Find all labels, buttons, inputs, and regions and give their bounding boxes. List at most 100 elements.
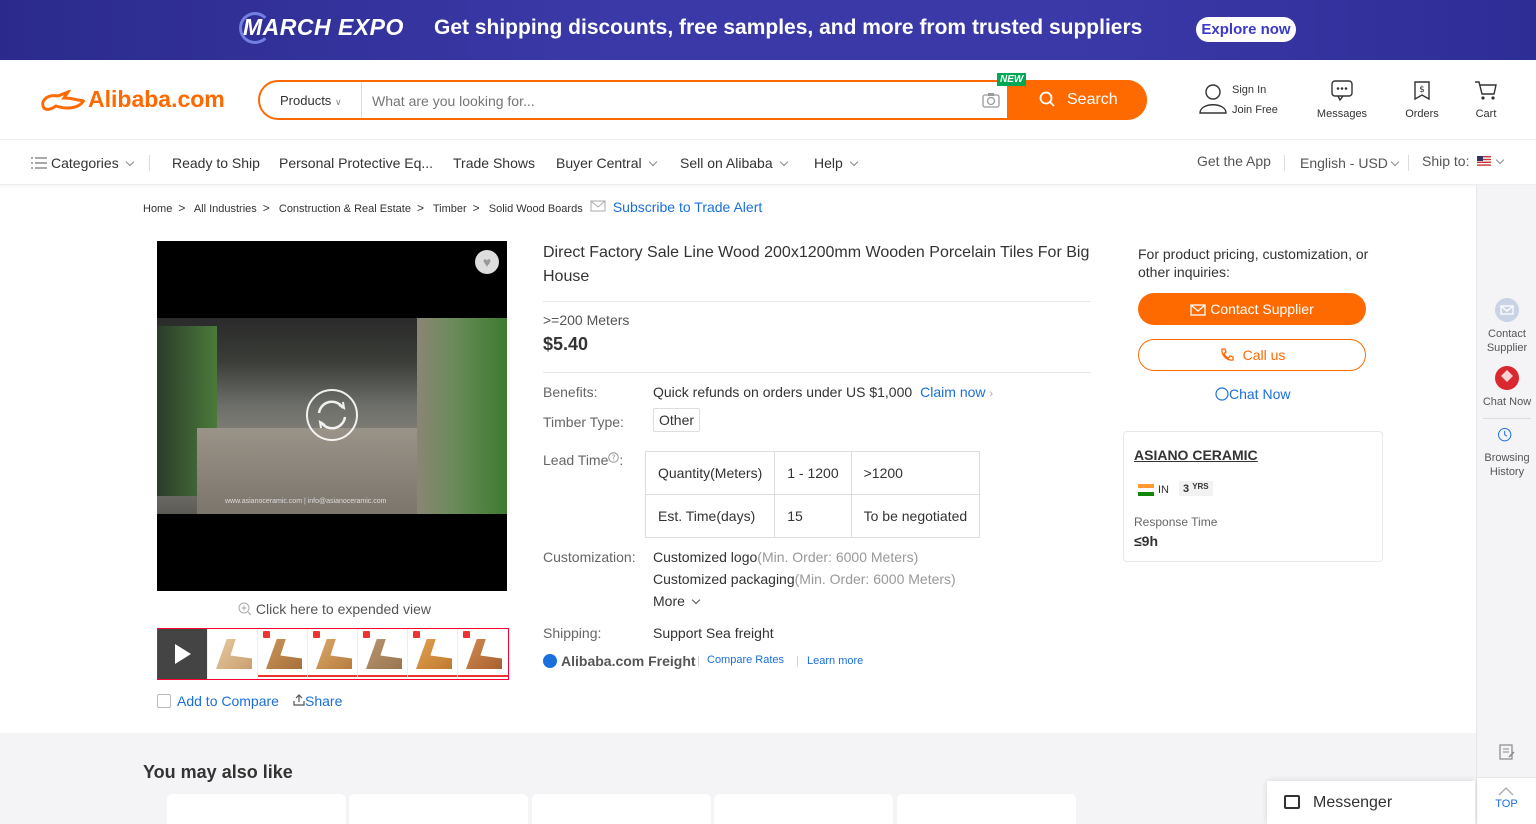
supplier-card: ASIANO CERAMIC IN 3 YRS Response Time ≤9… [1123,431,1383,562]
breadcrumb-home[interactable]: Home [143,203,172,215]
category-nav: Categories Ready to Ship Personal Protec… [0,141,1536,185]
nav-sell-on-alibaba[interactable]: Sell on Alibaba [680,155,788,171]
recommendation-card[interactable] [532,794,711,824]
add-to-compare[interactable]: Add to Compare [157,693,279,709]
response-time-label: Response Time [1134,515,1218,529]
banner-text: Get shipping discounts, free samples, an… [434,16,1143,39]
lead-time-label: Lead Time?: [543,452,624,468]
cart-icon [1475,81,1497,100]
nav-trade-shows[interactable]: Trade Shows [453,155,535,171]
more-customization-button[interactable]: More [653,593,701,609]
us-flag-icon [1477,156,1492,166]
recommendation-card[interactable] [167,794,346,824]
ship-to-select[interactable]: Ship to: [1422,153,1505,169]
promo-banner[interactable]: MARCH EXPO Get shipping discounts, free … [0,0,1536,60]
table-row: Quantity(Meters) 1 - 1200 >1200 [644,451,981,495]
breadcrumb-all-industries[interactable]: All Industries [194,203,257,215]
orders-button[interactable]: $ Orders [1396,79,1448,120]
india-flag-icon [1138,484,1154,496]
nav-ready-to-ship[interactable]: Ready to Ship [172,155,260,171]
table-row: Est. Time(days) 15 To be negotiated [644,494,981,538]
recommendation-card[interactable] [349,794,528,824]
inquiry-text: For product pricing, customization, or o… [1138,246,1369,280]
customization-packaging: Customized packaging(Min. Order: 6000 Me… [653,571,956,587]
feedback-icon[interactable] [1499,744,1515,760]
table-cell: Quantity(Meters) [644,451,776,495]
thumbnail-strip [157,628,509,680]
price-value: $5.40 [543,334,589,354]
claim-now-link[interactable]: Claim now › [920,384,993,400]
search-category-select[interactable]: Products ∨ [280,93,342,108]
sidebar-chat-now[interactable]: Chat Now [1477,365,1536,409]
customization-logo: Customized logo(Min. Order: 6000 Meters) [653,549,919,565]
timber-type-label: Timber Type: [543,414,624,430]
recommendation-card[interactable] [897,794,1076,824]
info-icon[interactable]: ? [608,452,620,463]
thumbnail-image[interactable] [458,629,508,679]
table-cell: 15 [774,494,852,538]
sidebar-browsing-history[interactable]: Browsing History [1477,427,1536,479]
camera-icon[interactable] [982,92,1000,108]
phone-icon [1220,348,1234,361]
get-app-link[interactable]: Get the App [1197,153,1271,169]
breadcrumb-solid-wood[interactable]: Solid Wood Boards [489,203,583,215]
messages-icon [1331,80,1353,102]
compare-rates-link[interactable]: Compare Rates [707,654,784,666]
expand-view-link[interactable]: Click here to expended view [238,601,431,617]
favorite-heart-icon[interactable]: ♥ [475,250,499,274]
message-icon [1284,795,1300,809]
language-select[interactable]: English - USD [1300,155,1400,171]
nav-personal-protective[interactable]: Personal Protective Eq... [279,155,433,171]
alibaba-logo[interactable]: Alibaba.com [38,86,225,113]
thumbnail-image[interactable] [308,629,358,679]
cart-button[interactable]: Cart [1466,79,1506,120]
image-watermark: www.asianoceramic.com | info@asianoceram… [225,498,387,505]
nav-help[interactable]: Help [814,155,859,171]
search-bar: Products ∨ Search [258,80,1147,120]
play-icon [175,644,191,664]
compare-checkbox[interactable] [157,694,171,708]
product-title: Direct Factory Sale Line Wood 200x1200mm… [543,241,1091,302]
new-badge: NEW [997,73,1027,86]
recommendations-section: You may also like [0,733,1476,824]
messages-button[interactable]: Messages [1312,79,1372,120]
search-button[interactable]: Search [1007,80,1147,120]
share-icon [293,694,305,706]
breadcrumb-timber[interactable]: Timber [433,203,467,215]
recommendation-card[interactable] [714,794,893,824]
alibaba-freight: Alibaba.com Freight [543,653,696,669]
messenger-button[interactable]: Messenger [1267,781,1475,824]
thumbnail-image[interactable] [358,629,408,679]
sidebar-contact-supplier[interactable]: Contact Supplier [1477,297,1536,355]
categories-menu[interactable]: Categories [31,155,134,171]
back-to-top-button[interactable]: TOP [1477,777,1536,824]
subscribe-trade-alert-link[interactable]: Subscribe to Trade Alert [613,199,762,215]
thumbnail-image[interactable] [408,629,458,679]
globe-icon [543,654,557,668]
nav-buyer-central[interactable]: Buyer Central [556,155,657,171]
svg-text:?: ? [612,454,616,463]
section-title: You may also like [143,762,293,782]
search-input[interactable] [372,90,962,112]
explore-now-button[interactable]: Explore now [1196,17,1296,42]
envelope-icon [1190,304,1206,316]
supplier-years-badge: 3 YRS [1179,481,1213,496]
supplier-name-link[interactable]: ASIANO CERAMIC [1134,447,1258,463]
expo-logo: MARCH EXPO [239,12,404,44]
learn-more-link[interactable]: Learn more [807,655,863,667]
sign-in-link[interactable]: Sign In [1232,84,1266,96]
table-cell: 1 - 1200 [774,451,852,495]
thumbnail-image[interactable] [208,629,258,679]
share-button[interactable]: Share [293,693,342,709]
join-free-link[interactable]: Join Free [1232,104,1278,116]
thumbnail-video[interactable] [158,629,208,679]
call-us-button[interactable]: Call us [1138,339,1366,371]
breadcrumb-construction[interactable]: Construction & Real Estate [279,203,411,215]
contact-supplier-button[interactable]: Contact Supplier [1138,293,1366,325]
chat-now-link[interactable]: Chat Now [1215,386,1290,402]
thumbnail-image[interactable] [258,629,308,679]
product-main-media[interactable]: www.asianoceramic.com | info@asianoceram… [157,241,507,591]
alibaba-swoosh-icon [41,90,86,111]
rotate-360-icon[interactable] [305,388,359,442]
shipping-label: Shipping: [543,625,602,641]
